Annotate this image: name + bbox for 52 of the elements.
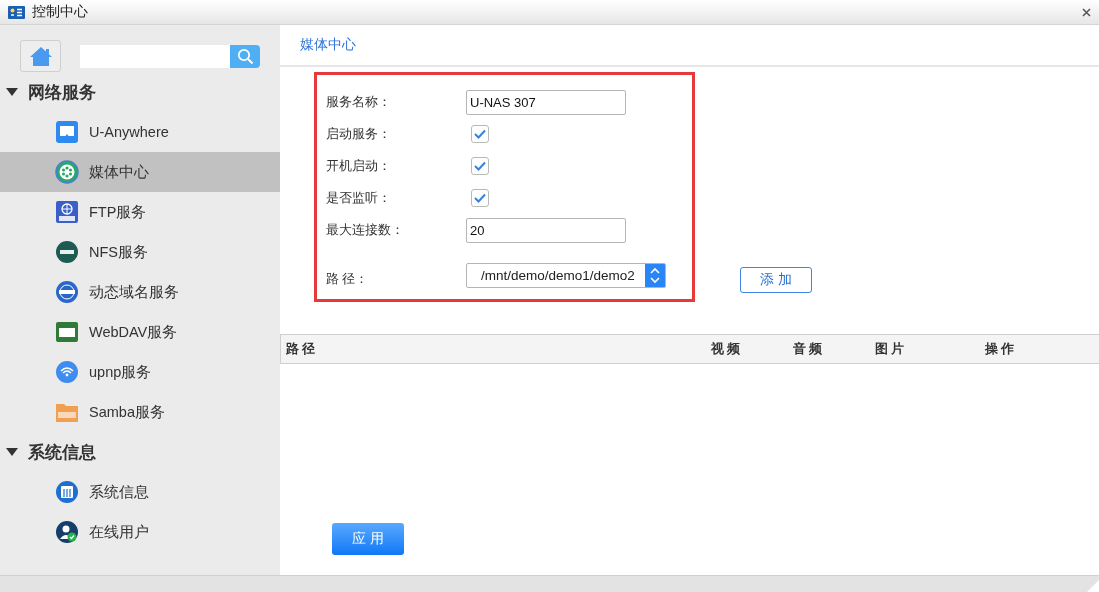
resize-grip-icon[interactable]: [1087, 580, 1099, 592]
sidebar-item[interactable]: 媒体中心: [0, 152, 280, 192]
service-icon: [55, 200, 79, 224]
text-field[interactable]: U-NAS 307: [466, 89, 626, 115]
text-field[interactable]: 20: [466, 217, 626, 243]
sidebar-item[interactable]: FTP服务: [0, 192, 280, 232]
checkbox[interactable]: [471, 189, 489, 207]
field-label: 最大连接数：: [326, 221, 405, 239]
service-icon: [55, 520, 79, 544]
field-label: 启动服务：: [326, 125, 392, 143]
sidebar-item[interactable]: upnp服务: [0, 352, 280, 392]
service-icon: [55, 160, 79, 184]
field-label: 开机启动：: [326, 157, 392, 175]
field-label: 路 径：: [326, 271, 370, 288]
service-icon: [55, 480, 79, 504]
service-icon: [55, 120, 79, 144]
search-field[interactable]: [80, 44, 230, 68]
field-label: 服务名称：: [326, 93, 392, 111]
column-header: 图 片: [875, 340, 905, 358]
service-icon: [55, 280, 79, 304]
up-down-arrows-icon[interactable]: [645, 264, 665, 287]
add-button[interactable]: 添 加: [740, 267, 812, 293]
column-header: 操 作: [985, 340, 1015, 358]
section-header[interactable]: 网络服务: [0, 72, 280, 112]
close-icon[interactable]: [1082, 7, 1091, 17]
search-button[interactable]: [230, 44, 260, 68]
collapse-arrow-icon[interactable]: [6, 87, 18, 97]
service-icon: [55, 320, 79, 344]
sidebar-item[interactable]: Samba服务: [0, 392, 280, 432]
path-dropdown[interactable]: /mnt/demo/demo1/demo2: [466, 263, 666, 288]
control-panel-icon: [8, 5, 25, 19]
sidebar-item[interactable]: 系统信息: [0, 472, 280, 512]
sidebar-item[interactable]: 动态域名服务: [0, 272, 280, 312]
field-label: 是否监听：: [326, 189, 392, 207]
checkbox[interactable]: [471, 125, 489, 143]
section-header[interactable]: 系统信息: [0, 432, 280, 472]
window-title: 控制中心: [32, 3, 89, 21]
search-icon[interactable]: [236, 47, 254, 65]
collapse-arrow-icon[interactable]: [6, 447, 18, 457]
home-icon[interactable]: [28, 46, 53, 66]
home-button[interactable]: [20, 40, 61, 72]
checkbox[interactable]: [471, 157, 489, 175]
column-header: 视 频: [711, 340, 741, 358]
sidebar-item[interactable]: WebDAV服务: [0, 312, 280, 352]
service-icon: [55, 360, 79, 384]
column-header: 音 频: [793, 340, 823, 358]
sidebar-item[interactable]: 在线用户: [0, 512, 280, 552]
sidebar-item[interactable]: U-Anywhere: [0, 112, 280, 152]
service-icon: [55, 240, 79, 264]
page-title: 媒体中心: [300, 36, 356, 54]
sidebar-item[interactable]: NFS服务: [0, 232, 280, 272]
column-header: 路 径: [285, 340, 317, 358]
